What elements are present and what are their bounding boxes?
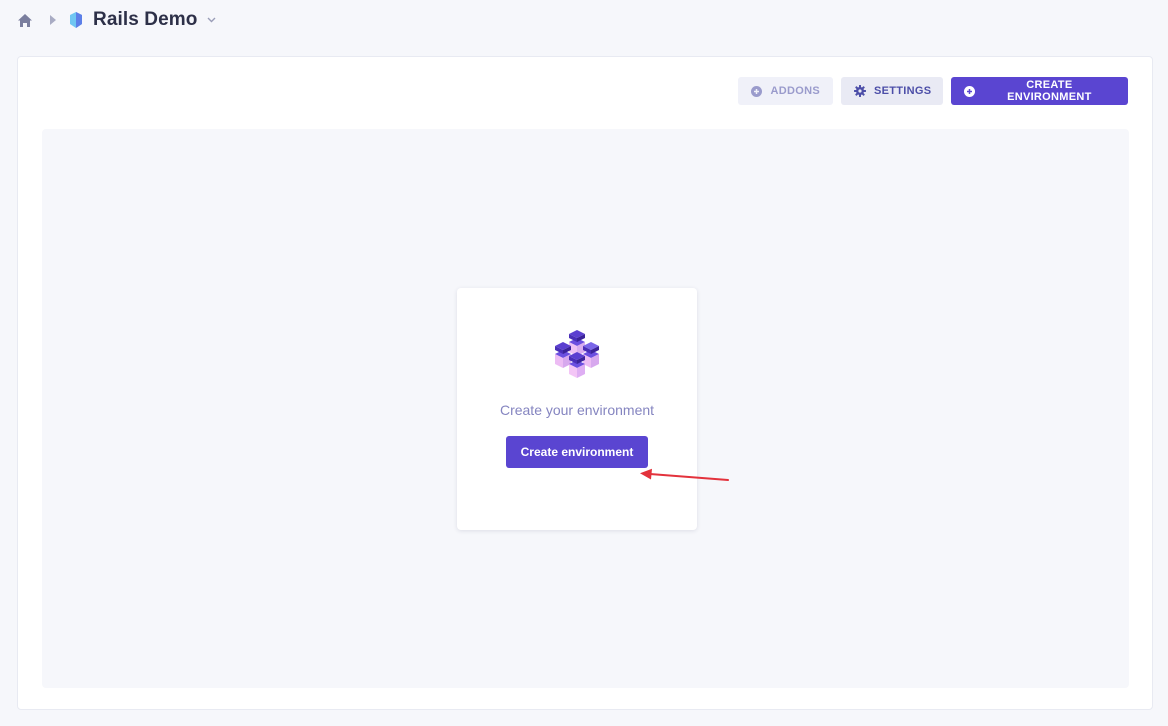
home-icon[interactable] xyxy=(16,11,34,29)
plus-circle-icon xyxy=(964,85,976,97)
settings-label: SETTINGS xyxy=(874,85,932,97)
project-title[interactable]: Rails Demo xyxy=(93,9,197,31)
create-environment-cta-button[interactable]: Create environment xyxy=(506,436,648,468)
addons-button[interactable]: ADDONS xyxy=(738,77,833,105)
settings-button[interactable]: SETTINGS xyxy=(841,77,943,105)
addons-label: ADDONS xyxy=(770,85,820,97)
project-logo-icon xyxy=(70,11,84,29)
gear-icon xyxy=(854,85,866,97)
environments-card: ADDONS SETTINGS CREATE ENVIRONMENT Creat… xyxy=(17,56,1153,710)
create-environment-button[interactable]: CREATE ENVIRONMENT xyxy=(951,77,1128,105)
cubes-illustration xyxy=(555,330,599,378)
empty-state-message: Create your environment xyxy=(499,402,655,418)
create-environment-label: CREATE ENVIRONMENT xyxy=(1007,79,1092,103)
toolbar: ADDONS SETTINGS CREATE ENVIRONMENT xyxy=(738,77,1128,105)
breadcrumb-caret-icon xyxy=(50,11,60,29)
chevron-down-icon[interactable] xyxy=(207,15,217,25)
breadcrumb: Rails Demo xyxy=(0,0,1168,40)
empty-state-card: Create your environment Create environme… xyxy=(457,288,697,530)
environments-panel: Create your environment Create environme… xyxy=(42,129,1129,688)
plus-circle-icon xyxy=(751,85,763,97)
annotation-arrow xyxy=(640,468,729,481)
